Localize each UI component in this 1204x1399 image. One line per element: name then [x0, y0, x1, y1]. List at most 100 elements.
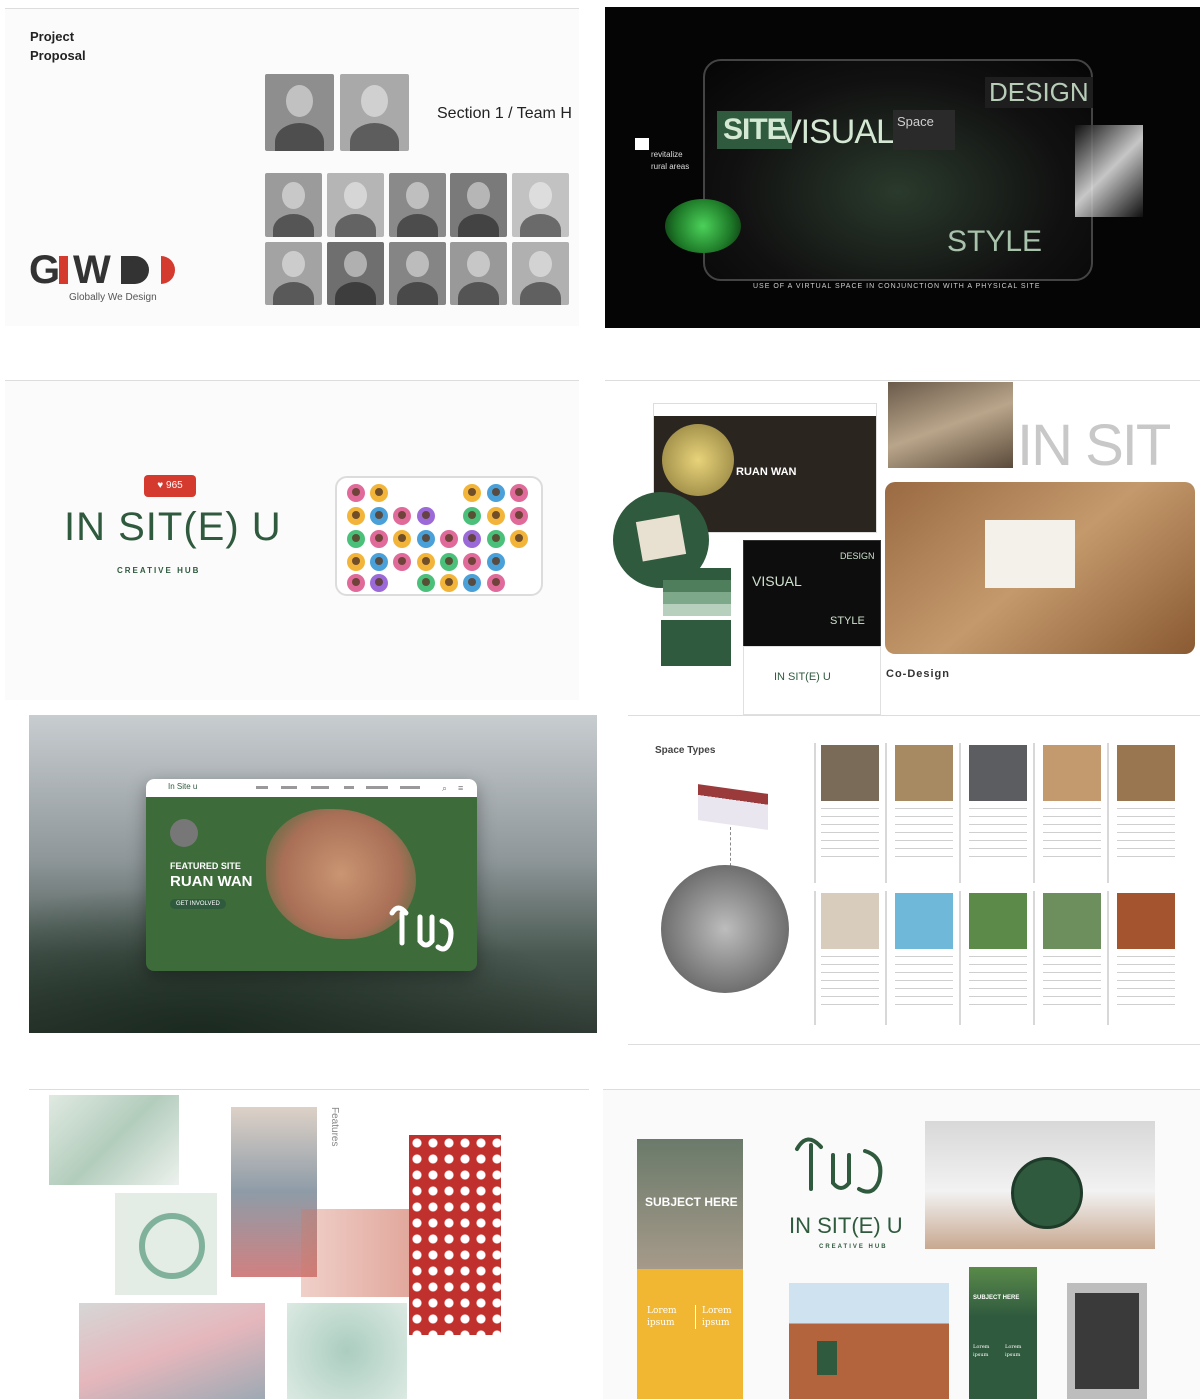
nav-item[interactable] — [344, 786, 354, 789]
svg-text:W: W — [73, 248, 111, 292]
featured-title: RUAN WAN — [170, 873, 253, 890]
space-card[interactable] — [969, 893, 1027, 1005]
column-divider — [959, 891, 961, 1025]
team-photo — [512, 242, 569, 305]
space-card[interactable] — [969, 745, 1027, 857]
green-banner-title: SUBJECT HERE — [973, 1295, 1020, 1301]
avatar — [370, 507, 388, 525]
performers-photo — [79, 1303, 265, 1399]
svg-text:G: G — [29, 248, 60, 292]
worksheet — [985, 520, 1075, 588]
green-banner-lorem: Lorem ipsum — [1005, 1344, 1022, 1358]
word-style: STYLE — [947, 225, 1043, 258]
get-involved-button[interactable]: GET INVOLVED — [170, 899, 226, 909]
avatar — [393, 553, 411, 571]
search-icon[interactable]: ⌕ — [442, 783, 447, 794]
team-photo — [450, 242, 507, 305]
craft-photo — [49, 1095, 179, 1185]
section-label: Section 1 / Team H — [437, 105, 572, 122]
signage-photo — [925, 1121, 1155, 1249]
space-card[interactable] — [895, 893, 953, 1005]
avatar — [487, 574, 505, 592]
nav-item[interactable] — [256, 786, 268, 789]
globe-icon — [170, 819, 198, 847]
nav-item[interactable] — [311, 786, 329, 789]
building-banner — [817, 1341, 837, 1375]
team-photo — [265, 74, 334, 151]
space-photo — [895, 745, 953, 801]
avatar — [370, 530, 388, 548]
tile-site-visual: SITE VISUAL Space DESIGN STYLE revitaliz… — [605, 7, 1200, 328]
swatch — [663, 592, 731, 604]
tablet-screen — [1075, 1293, 1139, 1389]
side-note-line-1: revitalize — [651, 150, 683, 159]
team-photo — [265, 173, 322, 237]
space-card[interactable] — [1117, 745, 1175, 857]
audio-wave-circle — [665, 199, 741, 253]
nav-item[interactable] — [366, 786, 388, 789]
team-photo — [389, 173, 446, 237]
team-photo — [327, 242, 384, 305]
word-design: DESIGN — [840, 551, 875, 561]
space-card[interactable] — [1117, 893, 1175, 1005]
avatar — [487, 507, 505, 525]
tile-features-moodboard: Features — [29, 1089, 589, 1399]
giwd-logo-mark: G W — [29, 248, 175, 292]
browser-bar — [654, 404, 876, 416]
avatar — [370, 574, 388, 592]
word-design: DESIGN — [985, 77, 1093, 108]
brand-sub: CREATIVE HUB — [117, 566, 201, 575]
workshop-photo — [888, 382, 1013, 468]
divider — [628, 715, 1200, 716]
building-photo — [789, 1283, 949, 1399]
space-card[interactable] — [821, 893, 879, 1005]
team-photo — [450, 173, 507, 237]
heart-icon: ♥ — [157, 480, 164, 491]
menu-icon[interactable]: ≡ — [458, 783, 463, 793]
swatch — [663, 604, 731, 616]
banner-photo: SUBJECT HERE — [637, 1139, 743, 1269]
banner-lorem: Lorem ipsum — [647, 1306, 677, 1328]
like-count: 965 — [166, 480, 183, 491]
word-space: Space — [897, 114, 934, 129]
business-card — [661, 620, 731, 666]
space-photo — [895, 893, 953, 949]
divider — [29, 1089, 589, 1090]
tile-project-proposal: Project Proposal Section 1 / Team H G W … — [5, 8, 579, 326]
tile-featured-site: In Site u ⌕ ≡ FEATURED SITE RUAN WAN GET… — [29, 715, 597, 1033]
space-card[interactable] — [1043, 893, 1101, 1005]
avatar — [347, 530, 365, 548]
nav-item[interactable] — [400, 786, 420, 789]
space-card[interactable] — [1043, 745, 1101, 857]
space-card[interactable] — [821, 745, 879, 857]
space-photo — [1043, 745, 1101, 801]
big-text: IN SIT — [1017, 413, 1171, 478]
space-card[interactable] — [895, 745, 953, 857]
like-badge: ♥ 965 — [144, 475, 196, 497]
embroidery-photo — [115, 1193, 217, 1295]
swatch — [663, 568, 731, 580]
divider — [603, 1089, 1200, 1090]
avatar — [417, 574, 435, 592]
note-icon — [635, 138, 649, 150]
hanging-sign — [1011, 1157, 1083, 1229]
avatar-grid — [335, 476, 543, 596]
team-photo — [327, 173, 384, 237]
featured-label: FEATURED SITE — [170, 861, 241, 871]
tile-co-design: RUAN WAN IN SIT VISUAL DESIGN STYLE IN S… — [605, 380, 1200, 715]
avatar — [440, 574, 458, 592]
rollup-banner: SUBJECT HERE Lorem ipsum Lorem ipsum — [637, 1139, 743, 1399]
green-banner: SUBJECT HERE Lorem ipsum Lorem ipsum — [969, 1267, 1037, 1399]
features-vertical-label: Features — [329, 1107, 340, 1147]
tile-space-types: Space Types — [628, 715, 1200, 1045]
avatar — [370, 484, 388, 502]
avatar — [417, 530, 435, 548]
avatar — [510, 530, 528, 548]
site-browser-mockup: In Site u ⌕ ≡ FEATURED SITE RUAN WAN GET… — [146, 779, 477, 971]
side-note: revitalize rural areas — [651, 149, 689, 173]
avatar — [440, 553, 458, 571]
brand-glyph-icon — [389, 905, 454, 952]
avatar — [510, 507, 528, 525]
co-design-label: Co-Design — [886, 668, 950, 680]
nav-item[interactable] — [281, 786, 297, 789]
